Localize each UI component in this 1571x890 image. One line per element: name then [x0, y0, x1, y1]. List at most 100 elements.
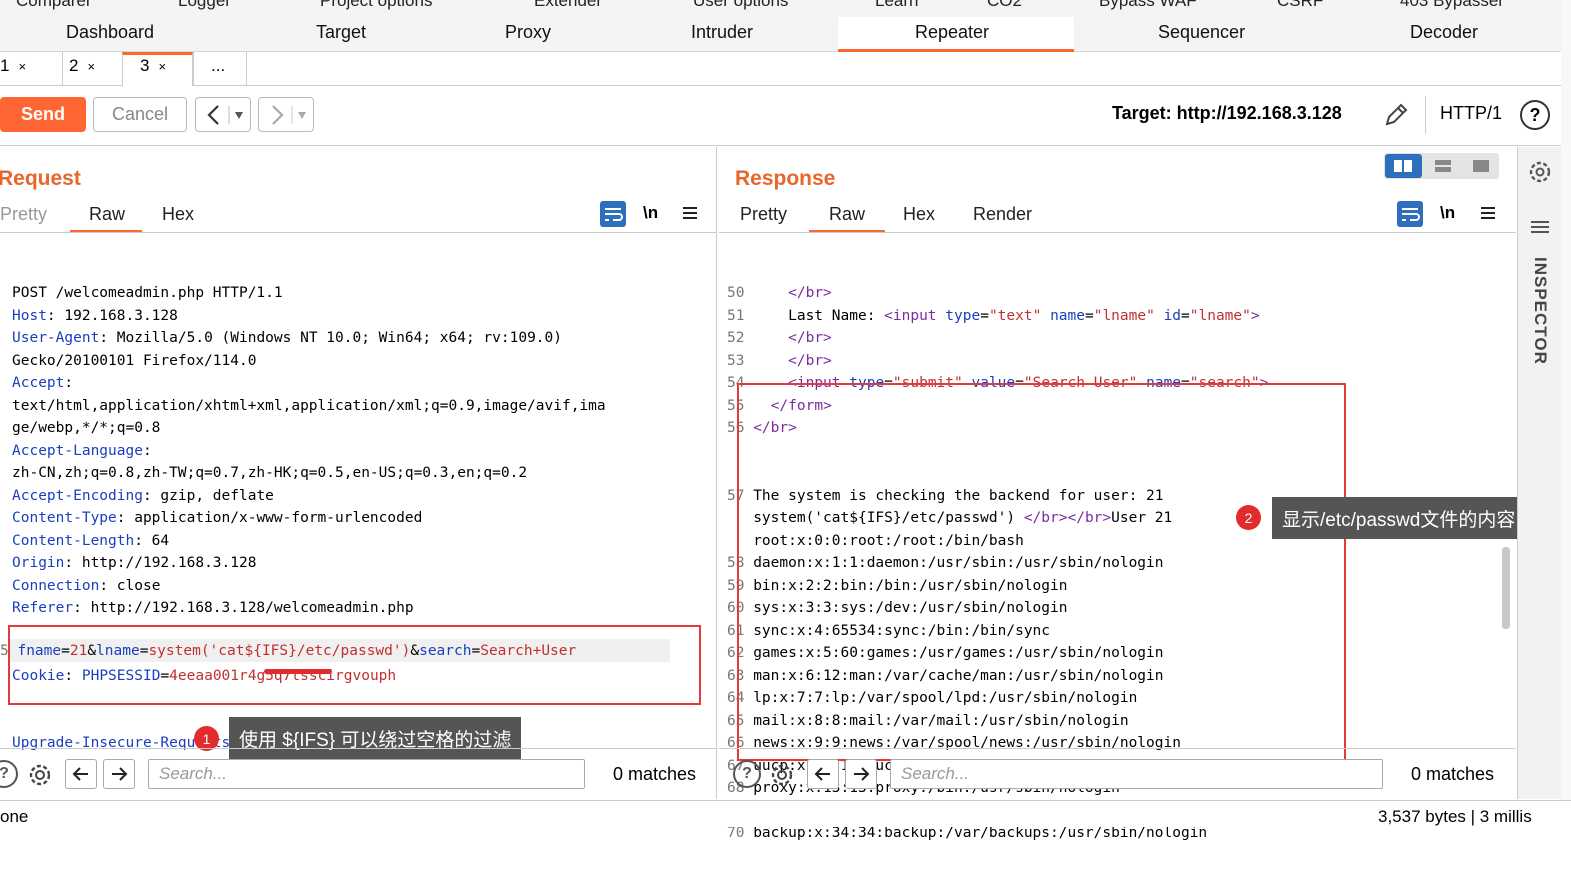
- header-value: : Mozilla/5.0 (Windows NT 10.0; Win64; x…: [99, 330, 562, 346]
- tab-hex[interactable]: Hex: [903, 204, 935, 225]
- window-scrollbar[interactable]: [1561, 0, 1571, 827]
- nav-tab-target[interactable]: Target: [316, 22, 366, 43]
- divider: [0, 232, 717, 233]
- request-line: User-Agent: Mozilla/5.0 (Windows NT 10.0…: [12, 327, 606, 350]
- top-tab-user-options[interactable]: User options: [693, 0, 788, 11]
- inspector-menu-icon[interactable]: [1530, 219, 1550, 240]
- http-version-toggle[interactable]: HTTP/1: [1440, 103, 1502, 124]
- body-highlight-box: [8, 625, 701, 705]
- request-line: Accept-Language:: [12, 440, 606, 463]
- nav-tab-decoder[interactable]: Decoder: [1410, 22, 1478, 43]
- header-value: : http://192.168.3.128: [64, 555, 257, 571]
- top-tab-bypass-waf[interactable]: Bypass WAF: [1099, 0, 1197, 11]
- search-input[interactable]: Search...: [890, 759, 1383, 789]
- response-scrollbar[interactable]: [1502, 547, 1510, 629]
- subtab-more[interactable]: ...: [211, 56, 225, 76]
- tab-raw[interactable]: Raw: [829, 204, 865, 225]
- search-next-button[interactable]: [845, 759, 877, 789]
- edit-target-pencil-icon[interactable]: [1380, 99, 1412, 131]
- nav-tab-intruder[interactable]: Intruder: [691, 22, 753, 43]
- close-icon[interactable]: ×: [87, 59, 95, 74]
- forward-button[interactable]: [258, 97, 314, 132]
- response-line: 52 </br>: [727, 327, 1268, 350]
- response-title: Response: [735, 167, 836, 190]
- request-line: Accept:: [12, 372, 606, 395]
- header-value: Gecko/20100101 Firefox/114.0: [12, 352, 257, 369]
- help-icon[interactable]: ?: [1520, 100, 1550, 130]
- divider: [0, 748, 717, 749]
- annotation-note-2: 显示/etc/passwd文件的内容: [1272, 497, 1526, 539]
- gear-icon[interactable]: [24, 759, 56, 791]
- subtab-2[interactable]: 2 ×: [69, 56, 95, 76]
- tab-render[interactable]: Render: [973, 204, 1032, 225]
- help-icon[interactable]: ?: [733, 760, 761, 788]
- status-left: one: [0, 807, 29, 826]
- request-title: Request: [0, 167, 81, 190]
- tab-hex[interactable]: Hex: [162, 204, 194, 225]
- word-wrap-icon[interactable]: [600, 201, 626, 227]
- gear-icon[interactable]: [766, 759, 798, 791]
- tab-pretty[interactable]: Pretty: [740, 204, 787, 225]
- nav-tab-dashboard[interactable]: Dashboard: [66, 22, 154, 43]
- status-right: 3,537 bytes | 3 millis: [1378, 807, 1532, 826]
- header-value: text/html,application/xhtml+xml,applicat…: [12, 397, 606, 414]
- layout-tabs-icon[interactable]: [1463, 154, 1499, 178]
- header-key: Content-Length: [12, 532, 135, 549]
- nav-tab-repeater[interactable]: Repeater: [915, 22, 989, 43]
- nav-tab-proxy[interactable]: Proxy: [505, 22, 551, 43]
- nav-tab-sequencer[interactable]: Sequencer: [1158, 22, 1245, 43]
- subtab-1[interactable]: 1 ×: [0, 56, 26, 76]
- layout-stacked-icon[interactable]: [1425, 154, 1461, 178]
- line-number: 50: [727, 285, 754, 301]
- word-wrap-icon[interactable]: [1397, 201, 1423, 227]
- top-tab-logger[interactable]: Logger: [178, 0, 231, 11]
- top-tab-project-options[interactable]: Project options: [320, 0, 432, 11]
- search-input[interactable]: Search...: [148, 759, 585, 789]
- subtab-3[interactable]: 3 ×: [140, 56, 166, 76]
- header-key: Connection: [12, 577, 100, 594]
- cancel-button[interactable]: Cancel: [93, 97, 187, 132]
- close-icon[interactable]: ×: [18, 59, 26, 74]
- newline-toggle[interactable]: \n: [643, 203, 658, 223]
- header-value: zh-CN,zh;q=0.8,zh-TW;q=0.7,zh-HK;q=0.5,e…: [12, 465, 528, 481]
- request-line: Accept-Encoding: gzip, deflate: [12, 485, 606, 508]
- send-button[interactable]: Send: [0, 97, 86, 132]
- passwd-highlight-box: [737, 383, 1346, 761]
- menu-icon[interactable]: [682, 205, 698, 226]
- top-tab-extender[interactable]: Extender: [534, 0, 602, 11]
- back-button[interactable]: [195, 97, 251, 132]
- arrow-left-icon: [72, 767, 88, 781]
- request-pane: Request Pretty Raw Hex \n POST /welcomea…: [0, 147, 717, 799]
- layout-side-by-side-icon[interactable]: [1385, 154, 1422, 178]
- top-tab-403-bypasser[interactable]: 403 Bypasser: [1400, 0, 1504, 11]
- tab-pretty[interactable]: Pretty: [0, 204, 47, 225]
- request-line: Content-Length: 64: [12, 530, 606, 553]
- menu-icon[interactable]: [1480, 205, 1496, 226]
- top-tab-co2[interactable]: CO2: [987, 0, 1022, 11]
- request-line: Origin: http://192.168.3.128: [12, 552, 606, 575]
- close-icon[interactable]: ×: [158, 59, 166, 74]
- settings-gear-icon[interactable]: [1525, 157, 1555, 187]
- request-line: zh-CN,zh;q=0.8,zh-TW;q=0.7,zh-HK;q=0.5,e…: [12, 462, 606, 485]
- line-number: 70: [727, 825, 754, 841]
- arrow-left-icon: [814, 767, 830, 781]
- repeater-toolbar: Send Cancel Target: http://192.168.3.128…: [0, 86, 1571, 146]
- header-key: Content-Type: [12, 510, 117, 526]
- line-content: </br>: [788, 285, 832, 301]
- search-prev-button[interactable]: [807, 759, 839, 789]
- search-prev-button[interactable]: [65, 759, 97, 789]
- subtab-label: 1: [0, 56, 10, 75]
- header-key: Accept-Encoding: [12, 487, 143, 504]
- top-tab-comparer[interactable]: Comparer: [16, 0, 92, 11]
- line-content: </br>: [788, 330, 832, 346]
- response-line: 53 </br>: [727, 350, 1268, 373]
- inspector-label[interactable]: INSPECTOR: [1530, 257, 1550, 365]
- top-tab-learn[interactable]: Learn: [875, 0, 918, 11]
- header-value: : gzip, deflate: [142, 487, 274, 504]
- arrow-right-icon: [854, 767, 870, 781]
- newline-toggle[interactable]: \n: [1440, 203, 1455, 223]
- top-tab-csrf[interactable]: CSRF: [1277, 0, 1323, 11]
- search-next-button[interactable]: [103, 759, 135, 789]
- tab-raw[interactable]: Raw: [89, 204, 125, 225]
- header-key: Origin: [12, 555, 65, 571]
